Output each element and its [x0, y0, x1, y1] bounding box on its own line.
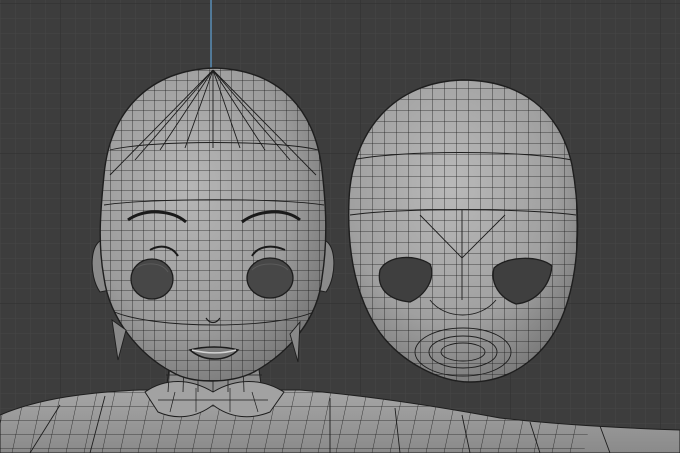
viewport-canvas[interactable] — [0, 0, 680, 453]
3d-viewport[interactable] — [0, 0, 680, 453]
left-eye-socket — [130, 258, 174, 300]
